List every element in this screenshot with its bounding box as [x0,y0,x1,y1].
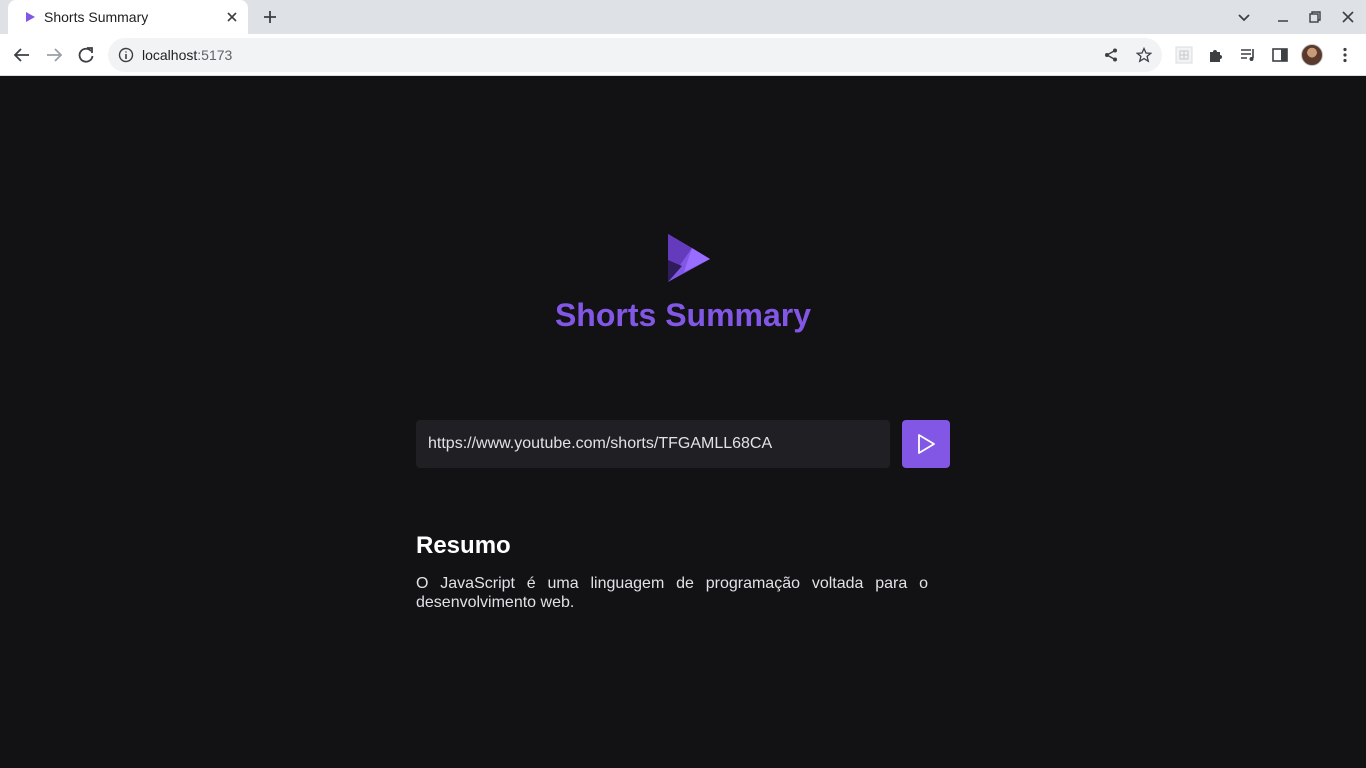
forward-arrow-icon[interactable] [44,45,64,65]
close-window-icon[interactable] [1340,9,1356,25]
video-url-input[interactable] [416,420,890,468]
app-title: Shorts Summary [554,297,812,333]
side-panel-icon[interactable] [1271,46,1289,64]
url-host: localhost [142,47,198,63]
share-icon[interactable] [1103,47,1119,63]
play-favicon-icon [26,12,35,22]
summary-heading: Resumo [416,532,511,559]
plus-icon[interactable] [260,7,280,27]
restore-icon[interactable] [1307,9,1323,25]
kebab-menu-icon[interactable] [1336,46,1354,64]
media-queue-icon[interactable] [1239,46,1257,64]
play-icon [918,434,935,454]
browser-tab-strip: Shorts Summary [0,0,1366,34]
back-arrow-icon[interactable] [12,45,32,65]
app-page: Shorts Summary Resumo O JavaScript é uma… [0,77,1366,768]
tab-title: Shorts Summary [44,9,149,25]
reload-icon[interactable] [76,45,96,65]
browser-tab[interactable]: Shorts Summary [8,0,248,34]
browser-toolbar: localhost:5173 [0,34,1366,76]
puzzle-icon[interactable] [1207,46,1225,64]
logo-play-icon [668,234,710,282]
info-icon[interactable] [118,47,134,63]
star-icon[interactable] [1136,47,1152,63]
minimize-icon[interactable] [1275,9,1291,25]
profile-avatar[interactable] [1301,44,1323,66]
summarize-button[interactable] [902,420,950,468]
url-port: :5173 [197,47,233,63]
extension-grid-icon[interactable] [1175,46,1193,64]
close-icon[interactable] [224,9,240,25]
chevron-down-icon[interactable] [1236,9,1252,25]
address-bar[interactable]: localhost:5173 [108,38,1162,72]
url-text: localhost:5173 [142,47,232,63]
summary-text: O JavaScript é uma linguagem de programa… [416,575,928,611]
